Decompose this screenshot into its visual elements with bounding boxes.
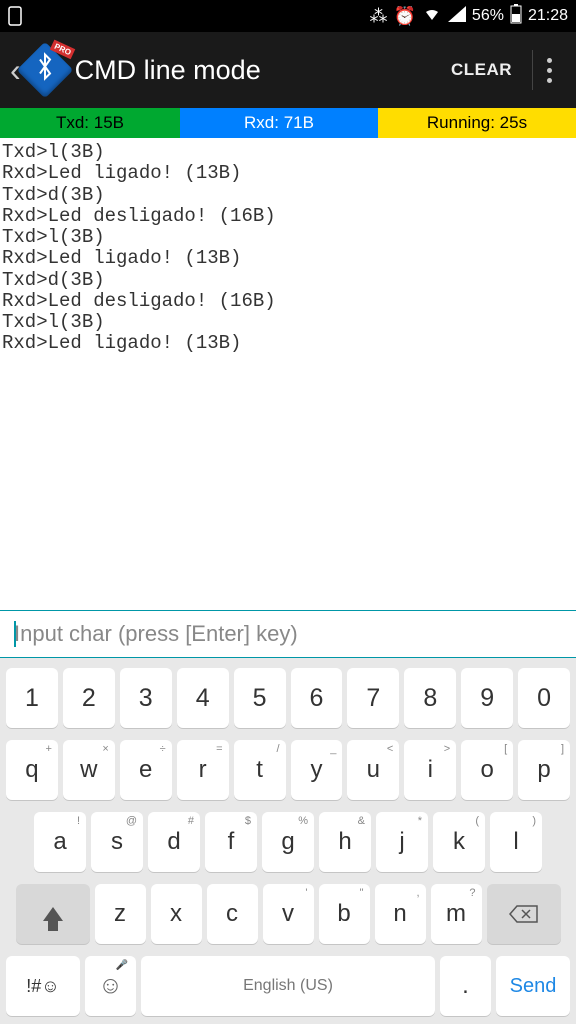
bluetooth-icon [35, 52, 55, 89]
key-v[interactable]: v' [263, 884, 314, 944]
key-alt-label: @ [126, 815, 137, 827]
battery-pct: 56% [472, 7, 504, 25]
running-timer: Running: 25s [378, 108, 576, 138]
key-alt-label: ÷ [160, 743, 166, 755]
key-9[interactable]: 9 [461, 668, 513, 728]
signal-icon [448, 6, 466, 27]
text-cursor [14, 621, 16, 647]
key-u[interactable]: u< [347, 740, 399, 800]
key-o[interactable]: o[ [461, 740, 513, 800]
key-j[interactable]: j* [376, 812, 428, 872]
key-8[interactable]: 8 [404, 668, 456, 728]
key-n[interactable]: n, [375, 884, 426, 944]
key-m[interactable]: m? [431, 884, 482, 944]
shift-icon [43, 907, 63, 921]
key-f[interactable]: f$ [205, 812, 257, 872]
stats-bar: Txd: 15B Rxd: 71B Running: 25s [0, 108, 576, 138]
key-q[interactable]: q+ [6, 740, 58, 800]
key-x[interactable]: x [151, 884, 202, 944]
terminal-output[interactable]: Txd>l(3B) Rxd>Led ligado! (13B) Txd>d(3B… [0, 138, 576, 610]
key-alt-label: ( [475, 815, 479, 827]
alarm-icon: ⏰ [394, 6, 416, 27]
key-alt-label: + [45, 743, 51, 755]
key-symbols[interactable]: !#☺ [6, 956, 80, 1016]
key-e[interactable]: e÷ [120, 740, 172, 800]
key-alt-label: # [188, 815, 194, 827]
key-send[interactable]: Send [496, 956, 570, 1016]
overflow-menu-icon[interactable] [532, 50, 566, 90]
key-h[interactable]: h& [319, 812, 371, 872]
command-input[interactable] [14, 621, 562, 647]
battery-icon [510, 4, 522, 29]
key-6[interactable]: 6 [291, 668, 343, 728]
key-alt-label: < [387, 743, 393, 755]
key-1[interactable]: 1 [6, 668, 58, 728]
mic-icon: 🎤 [116, 960, 128, 971]
key-alt-label: × [102, 743, 108, 755]
clear-button[interactable]: CLEAR [451, 60, 512, 80]
app-logo[interactable]: PRO [23, 48, 67, 92]
key-alt-label: [ [504, 743, 507, 755]
key-alt-label: > [444, 743, 450, 755]
key-space[interactable]: English (US) [141, 956, 435, 1016]
key-4[interactable]: 4 [177, 668, 229, 728]
app-bar: ‹ PRO CMD line mode CLEAR [0, 32, 576, 108]
key-a[interactable]: a! [34, 812, 86, 872]
key-2[interactable]: 2 [63, 668, 115, 728]
key-alt-label: ! [77, 815, 80, 827]
rxd-counter: Rxd: 71B [180, 108, 378, 138]
key-backspace[interactable] [487, 884, 561, 944]
key-alt-label: $ [245, 815, 251, 827]
key-alt-label: = [216, 743, 222, 755]
input-row [0, 610, 576, 658]
clock: 21:28 [528, 7, 568, 25]
key-alt-label: & [358, 815, 365, 827]
bluetooth-icon: ⁂ [370, 6, 388, 27]
soft-keyboard: 1234567890 q+w×e÷r=t/y_u<i>o[p] a!s@d#f$… [0, 658, 576, 1024]
key-s[interactable]: s@ [91, 812, 143, 872]
key-b[interactable]: b" [319, 884, 370, 944]
key-p[interactable]: p] [518, 740, 570, 800]
key-alt-label: % [298, 815, 308, 827]
key-alt-label: ' [305, 887, 307, 899]
key-alt-label: / [276, 743, 279, 755]
phone-icon [8, 6, 22, 26]
status-bar: ⁂ ⏰ 56% 21:28 [0, 0, 576, 32]
key-i[interactable]: i> [404, 740, 456, 800]
key-l[interactable]: l) [490, 812, 542, 872]
key-r[interactable]: r= [177, 740, 229, 800]
key-5[interactable]: 5 [234, 668, 286, 728]
key-k[interactable]: k( [433, 812, 485, 872]
key-0[interactable]: 0 [518, 668, 570, 728]
key-w[interactable]: w× [63, 740, 115, 800]
key-alt-label: ] [561, 743, 564, 755]
txd-counter: Txd: 15B [0, 108, 180, 138]
key-7[interactable]: 7 [347, 668, 399, 728]
key-alt-label: * [418, 815, 422, 827]
key-g[interactable]: g% [262, 812, 314, 872]
key-3[interactable]: 3 [120, 668, 172, 728]
key-alt-label: ) [532, 815, 536, 827]
key-alt-label: " [360, 887, 364, 899]
key-alt-label: _ [330, 743, 336, 755]
key-t[interactable]: t/ [234, 740, 286, 800]
key-z[interactable]: z [95, 884, 146, 944]
page-title: CMD line mode [75, 55, 451, 86]
wifi-icon [422, 6, 442, 27]
key-d[interactable]: d# [148, 812, 200, 872]
key-alt-label: , [416, 887, 419, 899]
key-alt-label: ? [469, 887, 475, 899]
backspace-icon [509, 904, 539, 924]
key-period[interactable]: . [440, 956, 491, 1016]
key-shift[interactable] [16, 884, 90, 944]
key-y[interactable]: y_ [291, 740, 343, 800]
key-c[interactable]: c [207, 884, 258, 944]
key-emoji[interactable]: ☺🎤 [85, 956, 136, 1016]
